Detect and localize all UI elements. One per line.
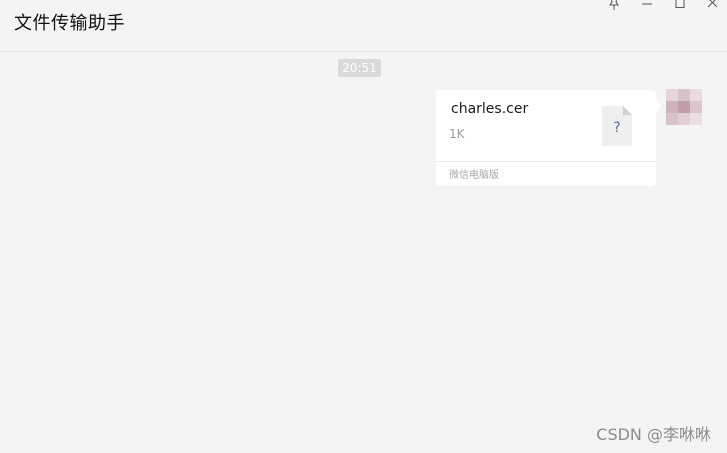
close-icon[interactable] <box>704 0 722 12</box>
bubble-divider <box>436 161 656 162</box>
unknown-file-icon: ? <box>602 106 632 146</box>
file-size: 1K <box>449 127 465 141</box>
message-source: 微信电脑版 <box>449 170 499 181</box>
bubble-arrow <box>656 100 662 112</box>
message-timestamp: 20:51 <box>338 59 381 77</box>
chat-title: 文件传输助手 <box>14 13 125 34</box>
file-name: charles.cer <box>451 101 529 117</box>
title-bar: 文件传输助手 <box>0 0 727 52</box>
minimize-icon[interactable] <box>638 0 656 12</box>
chat-window: 文件传输助手 20:51 charles.cer 1K ? 微信电脑版 CSDN… <box>0 0 727 453</box>
csdn-watermark: CSDN @李咻咻 <box>596 425 711 444</box>
avatar[interactable] <box>666 89 702 125</box>
maximize-icon[interactable] <box>671 0 689 12</box>
file-message-bubble[interactable]: charles.cer 1K ? 微信电脑版 <box>436 90 662 186</box>
file-icon-glyph: ? <box>613 120 621 136</box>
pin-icon[interactable] <box>605 0 623 12</box>
